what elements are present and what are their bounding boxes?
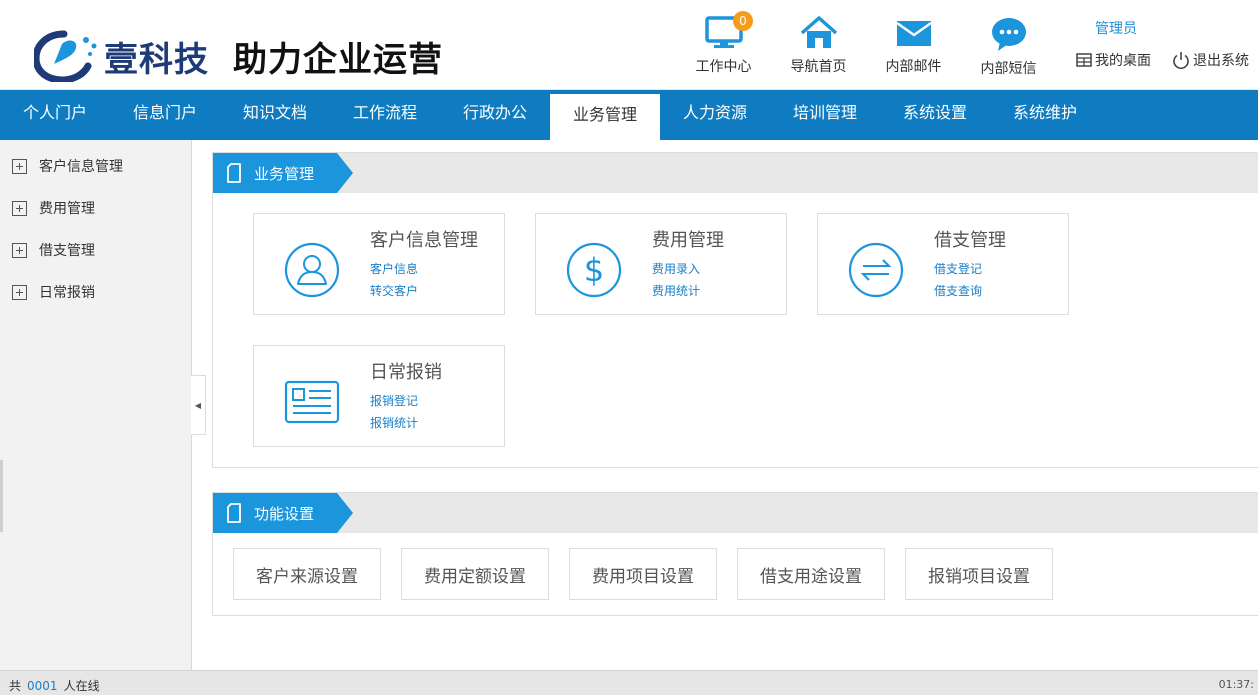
document-icon: [227, 163, 241, 183]
status-bar: 共 0001 人在线 01:37:: [0, 670, 1258, 695]
expense-entry-link[interactable]: 费用录入: [652, 260, 700, 277]
card-title: 日常报销: [370, 362, 442, 383]
main-nav: 个人门户 信息门户 知识文档 工作流程 行政办公 业务管理 人力资源 培训管理 …: [0, 90, 1258, 140]
svg-text:$: $: [584, 251, 604, 289]
reimbursement-register-link[interactable]: 报销登记: [370, 392, 418, 409]
sidebar-collapse-button[interactable]: ◀: [191, 375, 206, 435]
nav-tab-business-management[interactable]: 业务管理: [550, 94, 660, 140]
exchange-icon: [848, 242, 904, 298]
desktop-grid-icon: [1076, 53, 1092, 67]
notification-badge: 0: [733, 11, 753, 31]
chat-icon: [991, 18, 1026, 51]
customer-source-settings-button[interactable]: 客户来源设置: [233, 548, 381, 600]
dollar-icon: $: [566, 242, 622, 298]
reimbursement-item-settings-button[interactable]: 报销项目设置: [905, 548, 1053, 600]
nav-tab-system-maintenance[interactable]: 系统维护: [990, 90, 1100, 140]
collapse-arrow-icon: ◀: [194, 400, 202, 410]
sidebar-item-label: 日常报销: [39, 285, 95, 301]
settings-panel: 功能设置 客户来源设置 费用定额设置 费用项目设置 借支用途设置 报销项目设置: [212, 492, 1258, 616]
internal-sms-button[interactable]: 内部短信: [961, 14, 1056, 78]
expand-plus-icon: [12, 200, 27, 216]
loan-register-link[interactable]: 借支登记: [934, 260, 982, 277]
left-edge-shadow: [0, 460, 3, 532]
user-icon: [284, 242, 340, 298]
expense-item-settings-button[interactable]: 费用项目设置: [569, 548, 717, 600]
work-center-label: 工作中心: [695, 59, 752, 75]
panel-header: 功能设置: [213, 493, 1258, 533]
panel-title: 业务管理: [254, 164, 315, 183]
card-title: 客户信息管理: [370, 230, 478, 251]
brand-slogan: 助力企业运营: [233, 39, 443, 80]
internal-mail-button[interactable]: 内部邮件: [866, 14, 961, 78]
sidebar-item-label: 客户信息管理: [39, 159, 123, 175]
sidebar-item-reimbursement[interactable]: 日常报销: [0, 271, 191, 313]
card-title: 费用管理: [652, 230, 724, 251]
sidebar-item-expense[interactable]: 费用管理: [0, 187, 191, 229]
logout-label: 退出系统: [1193, 53, 1249, 69]
power-icon: [1173, 52, 1189, 69]
expense-quota-settings-button[interactable]: 费用定额设置: [401, 548, 549, 600]
card-expense: $ 费用管理 费用录入 费用统计: [535, 213, 787, 315]
card-title: 借支管理: [934, 230, 1006, 251]
work-center-button[interactable]: 0 工作中心: [676, 11, 771, 78]
online-prefix: 共: [9, 679, 22, 693]
transfer-customer-link[interactable]: 转交客户: [370, 282, 418, 299]
my-desktop-link[interactable]: 我的桌面: [1076, 50, 1151, 70]
nav-tab-training[interactable]: 培训管理: [770, 90, 880, 140]
card-loan: 借支管理 借支登记 借支查询: [817, 213, 1069, 315]
sidebar-item-customer-info[interactable]: 客户信息管理: [0, 145, 191, 187]
nav-tab-human-resources[interactable]: 人力资源: [660, 90, 770, 140]
clock: 01:37:: [1218, 678, 1254, 691]
nav-home-label: 导航首页: [790, 59, 847, 75]
home-icon: [800, 16, 837, 48]
expand-plus-icon: [12, 284, 27, 300]
nav-tab-knowledge-docs[interactable]: 知识文档: [220, 90, 330, 140]
my-desktop-label: 我的桌面: [1095, 53, 1151, 69]
expand-plus-icon: [12, 158, 27, 174]
online-suffix: 人在线: [63, 679, 100, 693]
sidebar-item-label: 借支管理: [39, 243, 95, 259]
panel-title-tag: 业务管理: [213, 153, 353, 193]
logout-link[interactable]: 退出系统: [1172, 50, 1249, 70]
logo-mark-icon: [34, 30, 97, 82]
reimbursement-stats-link[interactable]: 报销统计: [370, 414, 418, 431]
loan-query-link[interactable]: 借支查询: [934, 282, 982, 299]
id-card-icon: [284, 380, 340, 424]
business-panel: 业务管理 客户信息管理 客户信息 转交客户 $ 费用管理 费用录入 费用统计 借…: [212, 152, 1258, 468]
nav-tab-info-portal[interactable]: 信息门户: [110, 90, 220, 140]
internal-sms-label: 内部短信: [980, 61, 1037, 77]
nav-tab-personal-portal[interactable]: 个人门户: [0, 90, 110, 140]
expand-plus-icon: [12, 242, 27, 258]
sidebar-item-loan[interactable]: 借支管理: [0, 229, 191, 271]
panel-title: 功能设置: [254, 504, 315, 523]
header: 壹科技 助力企业运营 0 工作中心 导航首页 内部邮件 内部短信 管理员 我的桌…: [0, 0, 1258, 90]
document-icon: [227, 503, 241, 523]
expense-stats-link[interactable]: 费用统计: [652, 282, 700, 299]
sidebar-item-label: 费用管理: [39, 201, 95, 217]
online-users: 共 0001 人在线: [9, 677, 100, 694]
nav-home-button[interactable]: 导航首页: [771, 14, 866, 78]
card-customer-info: 客户信息管理 客户信息 转交客户: [253, 213, 505, 315]
sidebar: 客户信息管理 费用管理 借支管理 日常报销: [0, 140, 192, 670]
logo: 壹科技 助力企业运营: [34, 30, 443, 82]
mail-icon: [895, 21, 932, 46]
nav-tab-workflow[interactable]: 工作流程: [330, 90, 440, 140]
customer-info-link[interactable]: 客户信息: [370, 260, 418, 277]
internal-mail-label: 内部邮件: [885, 59, 942, 75]
loan-purpose-settings-button[interactable]: 借支用途设置: [737, 548, 885, 600]
user-name[interactable]: 管理员: [1095, 18, 1137, 38]
top-shortcuts: 0 工作中心 导航首页 内部邮件 内部短信: [676, 11, 1056, 78]
card-reimbursement: 日常报销 报销登记 报销统计: [253, 345, 505, 447]
brand-name: 壹科技: [104, 39, 209, 80]
online-count[interactable]: 0001: [27, 679, 58, 693]
nav-tab-admin-office[interactable]: 行政办公: [440, 90, 550, 140]
panel-title-tag: 功能设置: [213, 493, 353, 533]
panel-header: 业务管理: [213, 153, 1258, 193]
nav-tab-system-settings[interactable]: 系统设置: [880, 90, 990, 140]
